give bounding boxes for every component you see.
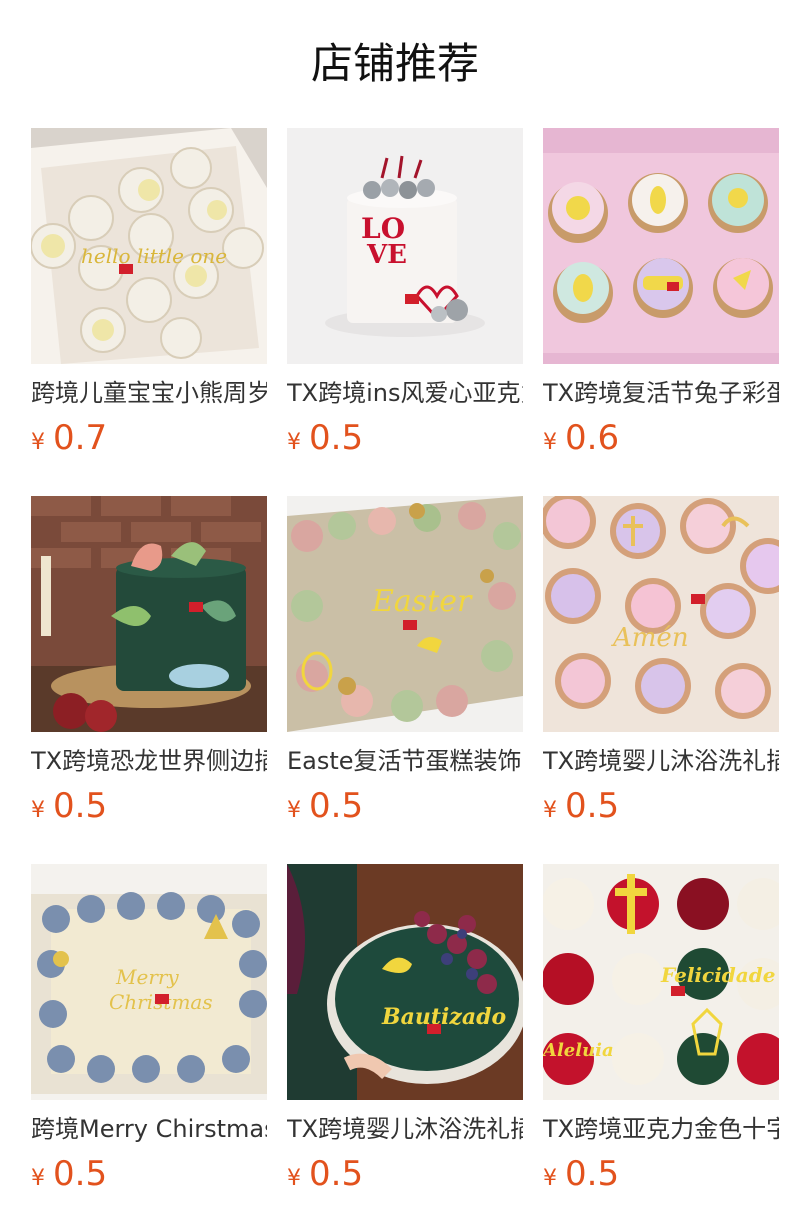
product-name[interactable]: TX跨境ins风爱心亚克力	[287, 376, 523, 410]
price-value: 0.5	[309, 418, 364, 458]
price-value: 0.5	[309, 786, 364, 826]
currency-symbol: ¥	[31, 798, 45, 823]
price-value: 0.7	[53, 418, 108, 458]
price-value: 0.5	[565, 786, 620, 826]
svg-text:VE: VE	[366, 240, 407, 270]
product-card[interactable]: Felicidade Aleluia TX跨境亚克力金色十字 ¥0.5	[543, 864, 779, 1200]
product-image[interactable]: Merry Christmas	[31, 864, 267, 1100]
product-name[interactable]: TX跨境婴儿沐浴洗礼插	[543, 744, 779, 778]
product-image[interactable]: Felicidade Aleluia	[543, 864, 779, 1100]
product-price: ¥0.5	[287, 784, 363, 828]
currency-symbol: ¥	[543, 798, 557, 823]
currency-symbol: ¥	[543, 1166, 557, 1191]
product-price: ¥0.5	[543, 1152, 619, 1196]
product-card[interactable]: Bautizado TX跨境婴儿沐浴洗礼插 ¥0.5	[287, 864, 523, 1200]
product-card[interactable]: TX跨境恐龙世界侧边插 ¥0.5	[31, 496, 267, 832]
product-card[interactable]: Easter Easte复活节蛋糕装饰 ¥0.5	[287, 496, 523, 832]
product-image[interactable]: hello little one	[31, 128, 267, 364]
svg-text:Merry: Merry	[115, 965, 179, 989]
product-image[interactable]: LO VE	[287, 128, 523, 364]
product-card[interactable]: TX跨境复活节兔子彩蛋 ¥0.6	[543, 128, 779, 464]
price-value: 0.5	[565, 1154, 620, 1194]
price-value: 0.5	[53, 1154, 108, 1194]
svg-text:hello little one: hello little one	[81, 244, 227, 268]
currency-symbol: ¥	[287, 1166, 301, 1191]
price-value: 0.5	[309, 1154, 364, 1194]
currency-symbol: ¥	[543, 430, 557, 455]
product-name[interactable]: TX跨境恐龙世界侧边插	[31, 744, 267, 778]
product-price: ¥0.5	[287, 416, 363, 460]
price-value: 0.6	[565, 418, 620, 458]
currency-symbol: ¥	[31, 1166, 45, 1191]
product-image[interactable]	[543, 128, 779, 364]
product-price: ¥0.5	[31, 784, 107, 828]
product-name[interactable]: 跨境儿童宝宝小熊周岁	[31, 376, 267, 410]
product-price: ¥0.5	[31, 1152, 107, 1196]
product-price: ¥0.6	[543, 416, 619, 460]
product-price: ¥0.5	[287, 1152, 363, 1196]
product-image[interactable]: Bautizado	[287, 864, 523, 1100]
svg-text:Amén: Amén	[611, 623, 689, 653]
product-name[interactable]: 跨境Merry Chirstmas	[31, 1112, 267, 1146]
product-name[interactable]: TX跨境复活节兔子彩蛋	[543, 376, 779, 410]
price-value: 0.5	[53, 786, 108, 826]
svg-text:Bautizado: Bautizado	[381, 1004, 506, 1030]
product-price: ¥0.7	[31, 416, 107, 460]
currency-symbol: ¥	[287, 798, 301, 823]
product-card[interactable]: Merry Christmas 跨境Merry Chirstmas ¥0.5	[31, 864, 267, 1200]
product-card[interactable]: Amén TX跨境婴儿沐浴洗礼插 ¥0.5	[543, 496, 779, 832]
svg-text:Easter: Easter	[371, 584, 473, 619]
product-image[interactable]: Easter	[287, 496, 523, 732]
product-card[interactable]: LO VE TX跨境ins风爱心亚克力 ¥0.5	[287, 128, 523, 464]
product-image[interactable]	[31, 496, 267, 732]
product-image[interactable]: Amén	[543, 496, 779, 732]
currency-symbol: ¥	[287, 430, 301, 455]
currency-symbol: ¥	[31, 430, 45, 455]
svg-text:Felicidade: Felicidade	[660, 963, 775, 987]
product-name[interactable]: TX跨境婴儿沐浴洗礼插	[287, 1112, 523, 1146]
svg-text:Aleluia: Aleluia	[543, 1040, 614, 1061]
page-title: 店铺推荐	[310, 39, 479, 88]
product-name[interactable]: Easte复活节蛋糕装饰	[287, 744, 523, 778]
product-card[interactable]: hello little one 跨境儿童宝宝小熊周岁 ¥0.7	[31, 128, 267, 464]
product-name[interactable]: TX跨境亚克力金色十字	[543, 1112, 779, 1146]
product-price: ¥0.5	[543, 784, 619, 828]
